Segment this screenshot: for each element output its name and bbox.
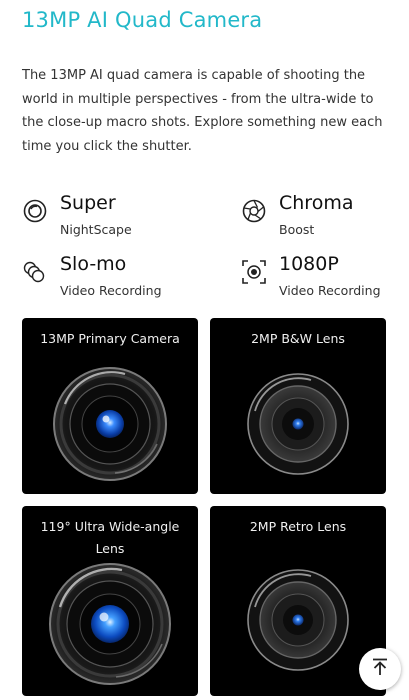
camera-lens-icon (49, 563, 171, 685)
feature-1080p: 1080P Video Recording (241, 253, 409, 305)
feature-title: 1080P (279, 253, 339, 275)
feature-subtitle: Video Recording (60, 283, 162, 298)
page-title: 13MP AI Quad Camera (22, 8, 263, 32)
lens-card-label: 2MP B&W Lens (251, 331, 345, 346)
camera-lens-icon (53, 367, 167, 481)
feature-subtitle: Boost (279, 222, 315, 237)
lens-card-primary: 13MP Primary Camera (22, 318, 198, 494)
feature-subtitle: Video Recording (279, 283, 381, 298)
feature-subtitle: NightScape (60, 222, 132, 237)
camera-lens-icon (247, 373, 349, 475)
feature-title: Slo-mo (60, 253, 127, 275)
feature-title: Chroma (279, 192, 354, 214)
feature-slo-mo: Slo-mo Video Recording (22, 253, 197, 305)
aperture-icon (241, 198, 267, 224)
camera-lens-icon (247, 569, 349, 671)
feature-super-nightscape: Super NightScape (22, 192, 197, 244)
scroll-to-top-button[interactable] (359, 648, 401, 690)
video-frame-icon (241, 259, 267, 285)
lens-card-label: 13MP Primary Camera (40, 331, 180, 346)
night-icon (22, 198, 48, 224)
lens-card-label: 2MP Retro Lens (249, 519, 347, 534)
lens-card-ultra-wide: 119° Ultra Wide-angle Lens (22, 506, 198, 696)
feature-title: Super (60, 192, 116, 214)
section-description: The 13MP AI quad camera is capable of sh… (22, 68, 383, 154)
slow-motion-icon (22, 259, 48, 285)
lens-card-bw: 2MP B&W Lens (210, 318, 386, 494)
feature-chroma-boost: Chroma Boost (241, 192, 409, 244)
arrow-up-to-top-icon (370, 657, 390, 681)
